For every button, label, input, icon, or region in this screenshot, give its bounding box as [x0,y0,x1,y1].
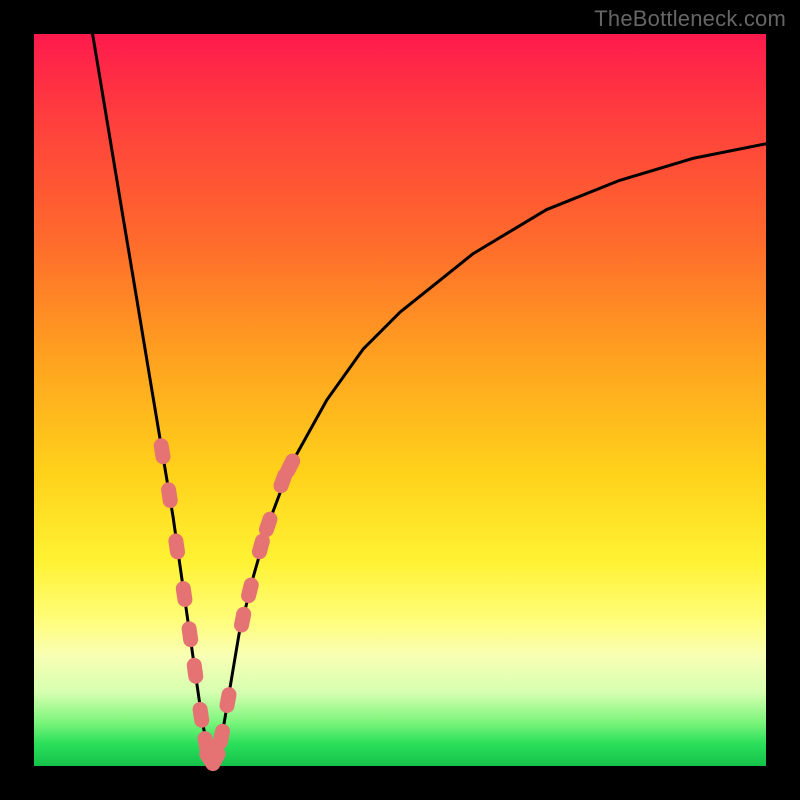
curve-marker [186,657,204,685]
curve-marker [153,437,172,465]
curve-marker [211,722,231,751]
curve-marker [160,481,179,509]
plot-area [34,34,766,766]
marker-group [153,437,303,774]
curve-marker [167,532,186,560]
chart-frame: TheBottleneck.com [0,0,800,800]
curve-marker [239,576,260,605]
curve-layer [34,34,766,766]
bottleneck-curve [93,34,766,759]
curve-marker [218,686,237,714]
curve-marker [175,580,194,608]
curve-marker [181,620,200,648]
curve-marker [233,605,253,633]
watermark-text: TheBottleneck.com [594,6,786,32]
curve-marker [192,701,211,729]
